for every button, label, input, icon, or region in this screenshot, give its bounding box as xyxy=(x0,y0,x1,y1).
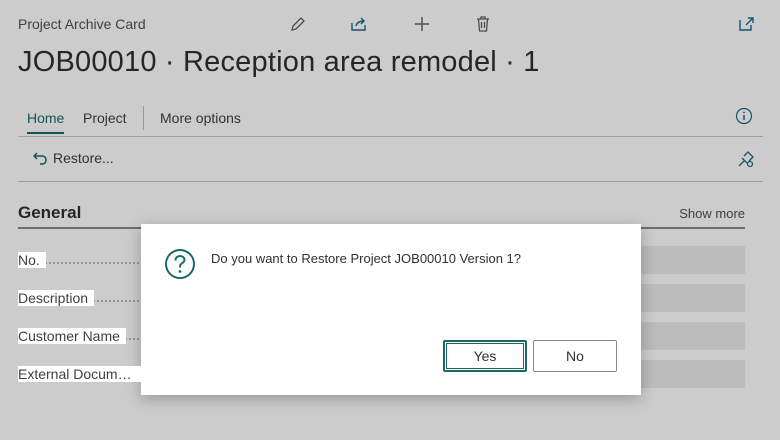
question-icon xyxy=(165,249,195,279)
field-label-customer-name: Customer Name xyxy=(18,328,126,344)
yes-button[interactable]: Yes xyxy=(443,340,527,372)
dialog-message: Do you want to Restore Project JOB00010 … xyxy=(211,251,522,266)
field-label-description: Description xyxy=(18,290,95,306)
field-label-no: No. xyxy=(18,252,46,268)
field-label-external-document: External Document... xyxy=(18,366,143,382)
confirm-dialog: Do you want to Restore Project JOB00010 … xyxy=(141,224,641,395)
no-button[interactable]: No xyxy=(533,340,617,372)
